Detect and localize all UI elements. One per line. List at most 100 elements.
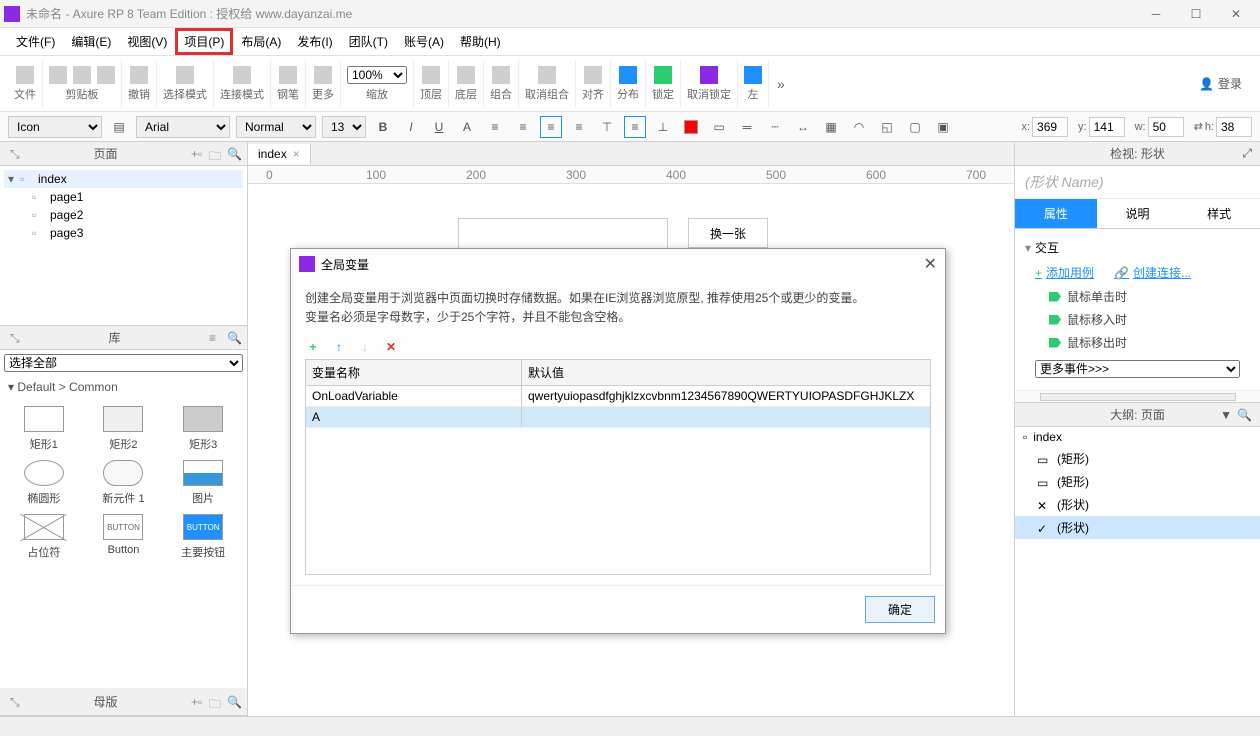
outline-item[interactable]: ▭(矩形) [1015,470,1260,493]
toolbar-icon[interactable] [584,66,602,84]
toolbar-icon[interactable] [700,66,718,84]
close-button[interactable]: ✕ [1216,2,1256,26]
toolbar-icon[interactable] [619,66,637,84]
menu-文件(F)[interactable]: 文件(F) [8,29,63,54]
search-icon[interactable]: 🔍 [227,695,241,709]
scrollbar[interactable] [1040,393,1236,401]
shape-椭圆形[interactable]: 椭圆形 [8,460,80,506]
variable-row[interactable]: A [306,407,930,428]
search-icon[interactable]: 🔍 [227,147,241,161]
shape-主要按钮[interactable]: BUTTON主要按钮 [167,514,239,560]
toolbar-icon[interactable] [314,66,332,84]
toolbar-icon[interactable] [654,66,672,84]
h-input[interactable] [1216,117,1252,137]
shape-Button[interactable]: BUTTONButton [88,514,160,560]
page-tree-root[interactable]: ▾▫index [4,170,243,188]
variable-row[interactable]: OnLoadVariableqwertyuiopasdfghjklzxcvbnm… [306,386,930,407]
corner-visibility-button[interactable]: ◱ [876,116,898,138]
collapse-icon[interactable]: ⤢ [1242,146,1252,161]
col-name-header[interactable]: 变量名称 [306,360,522,385]
shape-name-input[interactable]: (形状 Name) [1015,166,1260,199]
interaction-section[interactable]: 交互 [1025,235,1250,260]
toolbar-icon[interactable] [97,66,115,84]
y-input[interactable] [1089,117,1125,137]
corner-radius-button[interactable]: ◠ [848,116,870,138]
line-style-button[interactable]: ┄ [764,116,786,138]
outline-item[interactable]: ✕(形状) [1015,493,1260,516]
style-select[interactable]: Icon [8,116,102,138]
prop-tab-说明[interactable]: 说明 [1097,199,1179,229]
add-master-icon[interactable]: +▫ [191,695,205,709]
fill-color-button[interactable] [680,116,702,138]
canvas-button[interactable]: 换一张 [688,218,768,248]
prop-tab-属性[interactable]: 属性 [1015,199,1097,229]
collapse-icon[interactable]: ⤡ [10,147,24,161]
page-tree-item[interactable]: ▫page3 [4,224,243,242]
line-color-button[interactable]: ▭ [708,116,730,138]
menu-布局(A)[interactable]: 布局(A) [233,29,289,54]
shape-矩形2[interactable]: 矩形2 [88,406,160,452]
menu-团队(T)[interactable]: 团队(T) [341,29,396,54]
shape-矩形3[interactable]: 矩形3 [167,406,239,452]
outline-item[interactable]: ▭(矩形) [1015,447,1260,470]
bold-button[interactable]: B [372,116,394,138]
zoom-select[interactable]: 100% [347,66,407,84]
shape-占位符[interactable]: 占位符 [8,514,80,560]
line-weight-button[interactable]: ═ [736,116,758,138]
more-events-select[interactable]: 更多事件>>> [1035,360,1240,378]
toolbar-icon[interactable] [279,66,297,84]
library-menu-icon[interactable]: ≡ [209,331,223,345]
align-left-button[interactable]: ≡ [512,116,534,138]
toolbar-icon[interactable] [422,66,440,84]
toolbar-icon[interactable] [49,66,67,84]
arrow-style-button[interactable]: ↔ [792,116,814,138]
page-tree-item[interactable]: ▫page1 [4,188,243,206]
w-input[interactable] [1148,117,1184,137]
event-item[interactable]: 鼠标移入时 [1025,308,1250,331]
menu-账号(A)[interactable]: 账号(A) [396,29,452,54]
close-tab-icon[interactable]: × [293,147,300,161]
col-value-header[interactable]: 默认值 [522,360,930,385]
menu-帮助(H)[interactable]: 帮助(H) [452,29,509,54]
add-variable-button[interactable]: + [305,339,321,355]
toolbar-icon[interactable] [233,66,251,84]
italic-button[interactable]: I [400,116,422,138]
library-select[interactable]: 选择全部 [4,354,243,372]
shape-图片[interactable]: 图片 [167,460,239,506]
toolbar-icon[interactable] [16,66,34,84]
valign-middle-button[interactable]: ≡ [624,116,646,138]
minimize-button[interactable]: ─ [1136,2,1176,26]
move-up-button[interactable]: ↑ [331,339,347,355]
toolbar-icon[interactable] [73,66,91,84]
ok-button[interactable]: 确定 [865,596,935,623]
shape-新元件 1[interactable]: 新元件 1 [88,460,160,506]
toolbar-icon[interactable] [176,66,194,84]
search-icon[interactable]: 🔍 [1237,408,1252,422]
border-visibility-button[interactable]: ▦ [820,116,842,138]
font-size-select[interactable]: 13 [322,116,366,138]
menu-编辑(E)[interactable]: 编辑(E) [63,29,119,54]
login-button[interactable]: 👤 登录 [1189,71,1252,96]
page-tree-item[interactable]: ▫page2 [4,206,243,224]
outline-root[interactable]: ▫index [1015,427,1260,447]
lock-aspect-icon[interactable]: ⇄ [1194,120,1203,133]
event-item[interactable]: 鼠标单击时 [1025,285,1250,308]
menu-发布(I)[interactable]: 发布(I) [289,29,340,54]
valign-top-button[interactable]: ⊤ [596,116,618,138]
create-link-link[interactable]: 🔗创建连接... [1114,264,1191,281]
filter-icon[interactable]: ▼ [1220,408,1232,422]
inner-shadow-button[interactable]: ▣ [932,116,954,138]
bullets-button[interactable]: ≡ [484,116,506,138]
add-case-link[interactable]: +添加用例 [1035,264,1094,281]
prop-tab-样式[interactable]: 样式 [1178,199,1260,229]
event-item[interactable]: 鼠标移出时 [1025,331,1250,354]
toolbar-overflow-icon[interactable]: » [773,72,789,96]
dialog-close-button[interactable]: ✕ [924,254,937,274]
move-down-button[interactable]: ↓ [357,339,373,355]
delete-variable-button[interactable]: ✕ [383,339,399,355]
font-select[interactable]: Arial [136,116,230,138]
style-manager-icon[interactable]: ▤ [108,116,130,138]
shape-矩形1[interactable]: 矩形1 [8,406,80,452]
valign-bottom-button[interactable]: ⊥ [652,116,674,138]
add-page-icon[interactable]: +▫ [191,147,205,161]
